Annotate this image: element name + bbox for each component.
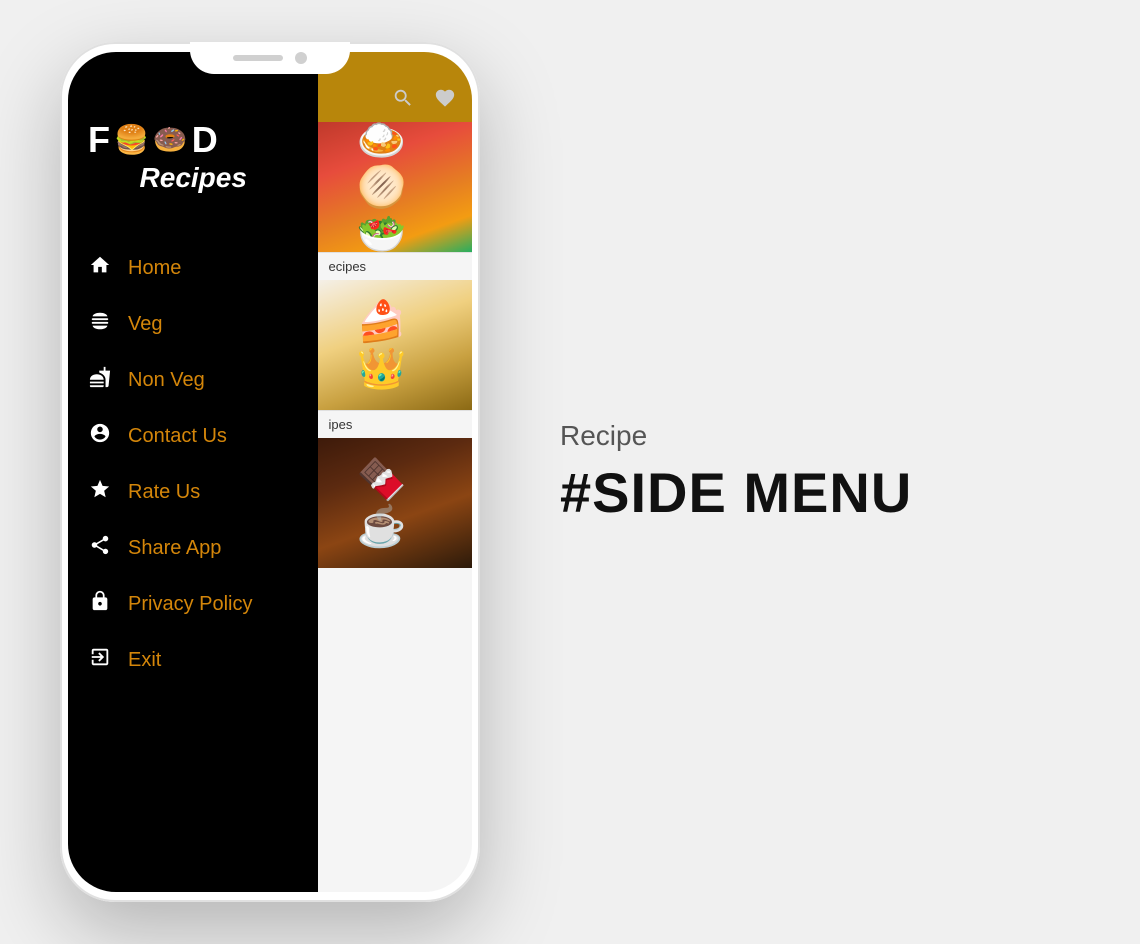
menu-label-privacy: Privacy Policy	[128, 593, 252, 616]
food-image-1	[318, 122, 472, 252]
right-content: Recipe #SIDE MENU	[480, 420, 1060, 525]
menu-label-nonveg: Non Veg	[128, 369, 205, 392]
menu-item-share[interactable]: Share App	[68, 520, 318, 576]
phone-notch	[190, 42, 350, 74]
menu-item-privacy[interactable]: Privacy Policy	[68, 576, 318, 632]
phone-screen: F 🍔 🍩 D Recipes	[68, 52, 472, 892]
app-logo-title: F 🍔 🍩 D	[88, 122, 298, 158]
logo-area: F 🍔 🍩 D Recipes	[68, 112, 318, 214]
side-menu: F 🍔 🍩 D Recipes	[68, 52, 318, 892]
menu-item-nonveg[interactable]: Non Veg	[68, 352, 318, 408]
menu-item-home[interactable]: Home	[68, 240, 318, 296]
menu-item-contact[interactable]: Contact Us	[68, 408, 318, 464]
heart-icon[interactable]	[434, 87, 456, 115]
logo-d: D	[192, 122, 220, 158]
notch-speaker	[233, 55, 283, 61]
food-image-3	[318, 438, 472, 568]
search-icon[interactable]	[392, 87, 414, 115]
lock-icon	[88, 590, 112, 618]
menu-label-contact: Contact Us	[128, 425, 227, 448]
phone-mockup: F 🍔 🍩 D Recipes	[60, 42, 480, 902]
nonveg-icon	[88, 366, 112, 394]
logo-donut-icon: 🍩	[153, 126, 190, 154]
side-menu-heading: #SIDE MENU	[560, 460, 1060, 525]
exit-icon	[88, 646, 112, 674]
food-image-2	[318, 280, 472, 410]
menu-label-home: Home	[128, 257, 181, 280]
page-container: F 🍔 🍩 D Recipes	[0, 0, 1140, 944]
menu-item-rate[interactable]: Rate Us	[68, 464, 318, 520]
recipe-content: ecipes ipes	[318, 122, 472, 892]
menu-items-list: Home Veg	[68, 240, 318, 688]
menu-label-share: Share App	[128, 537, 221, 560]
menu-item-veg[interactable]: Veg	[68, 296, 318, 352]
veg-icon	[88, 310, 112, 338]
home-icon	[88, 254, 112, 282]
logo-burger-icon: 🍔	[114, 126, 151, 154]
notch-camera	[295, 52, 307, 64]
menu-item-exit[interactable]: Exit	[68, 632, 318, 688]
logo-f: F	[88, 122, 112, 158]
menu-label-exit: Exit	[128, 649, 161, 672]
recipe-tag: Recipe	[560, 420, 1060, 452]
contact-icon	[88, 422, 112, 450]
section-label-2: ipes	[318, 410, 472, 438]
star-icon	[88, 478, 112, 506]
app-subtitle: Recipes	[88, 162, 298, 194]
share-icon	[88, 534, 112, 562]
section-label-1: ecipes	[318, 252, 472, 280]
menu-label-rate: Rate Us	[128, 481, 200, 504]
recipe-panel: ecipes ipes	[318, 52, 472, 892]
menu-label-veg: Veg	[128, 313, 162, 336]
